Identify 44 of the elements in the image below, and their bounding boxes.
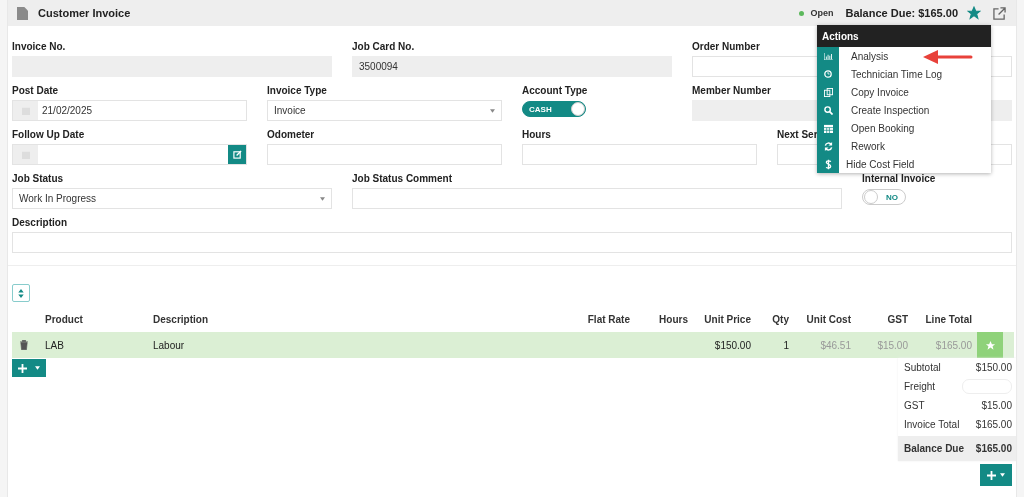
- column-header: Description: [153, 313, 209, 325]
- table-cell-text: $46.51: [819, 339, 851, 351]
- field-label: Next Ser: [777, 128, 818, 141]
- column-header: GST: [886, 313, 908, 325]
- column-header: Unit Cost: [805, 313, 851, 325]
- field-label: Odometer: [267, 128, 315, 141]
- table-cell-text: 1: [782, 339, 789, 351]
- status-label: Open: [810, 8, 834, 18]
- field-label: Follow Up Date: [12, 128, 85, 141]
- field-label: Hours: [522, 128, 551, 141]
- total-value: $165.00: [975, 443, 1012, 454]
- field-label: Invoice No.: [12, 40, 66, 53]
- total-value: $15.00: [981, 400, 1012, 411]
- column-header: Line Total: [924, 313, 972, 325]
- field-label: Job Status: [12, 172, 64, 185]
- total-label: Subtotal: [904, 362, 941, 373]
- field-label: Job Status Comment: [352, 172, 452, 185]
- field-label: Member Number: [692, 84, 771, 97]
- field-label: Description: [12, 216, 67, 229]
- table-cell-text: $15.00: [876, 339, 908, 351]
- balance-due: Balance Due: $165.00: [845, 7, 958, 19]
- table-cell-text: LAB: [45, 339, 65, 351]
- total-value: $165.00: [975, 419, 1012, 430]
- total-label: Balance Due: [904, 443, 965, 454]
- field-label: Invoice Type: [267, 84, 327, 97]
- table-cell-text: $165.00: [934, 339, 972, 351]
- column-header: Flat Rate: [586, 313, 630, 325]
- column-header: Product: [45, 313, 84, 325]
- field-label: Account Type: [522, 84, 588, 97]
- total-label: Invoice Total: [904, 419, 960, 430]
- total-label: GST: [904, 400, 925, 411]
- menu-title: Actions: [817, 25, 991, 47]
- field-label: Post Date: [12, 84, 59, 97]
- column-header: Hours: [658, 313, 688, 325]
- field-label: Internal Invoice: [862, 172, 936, 185]
- table-cell-text: $150.00: [713, 339, 751, 351]
- page-title: Customer Invoice: [38, 7, 131, 19]
- total-value: $150.00: [975, 362, 1012, 373]
- total-label: Freight: [904, 381, 936, 392]
- field-label: Job Card No.: [352, 40, 415, 53]
- field-label: Order Number: [692, 40, 760, 53]
- column-header: Qty: [771, 313, 789, 325]
- table-cell-text: Labour: [153, 339, 186, 351]
- column-header: Unit Price: [703, 313, 751, 325]
